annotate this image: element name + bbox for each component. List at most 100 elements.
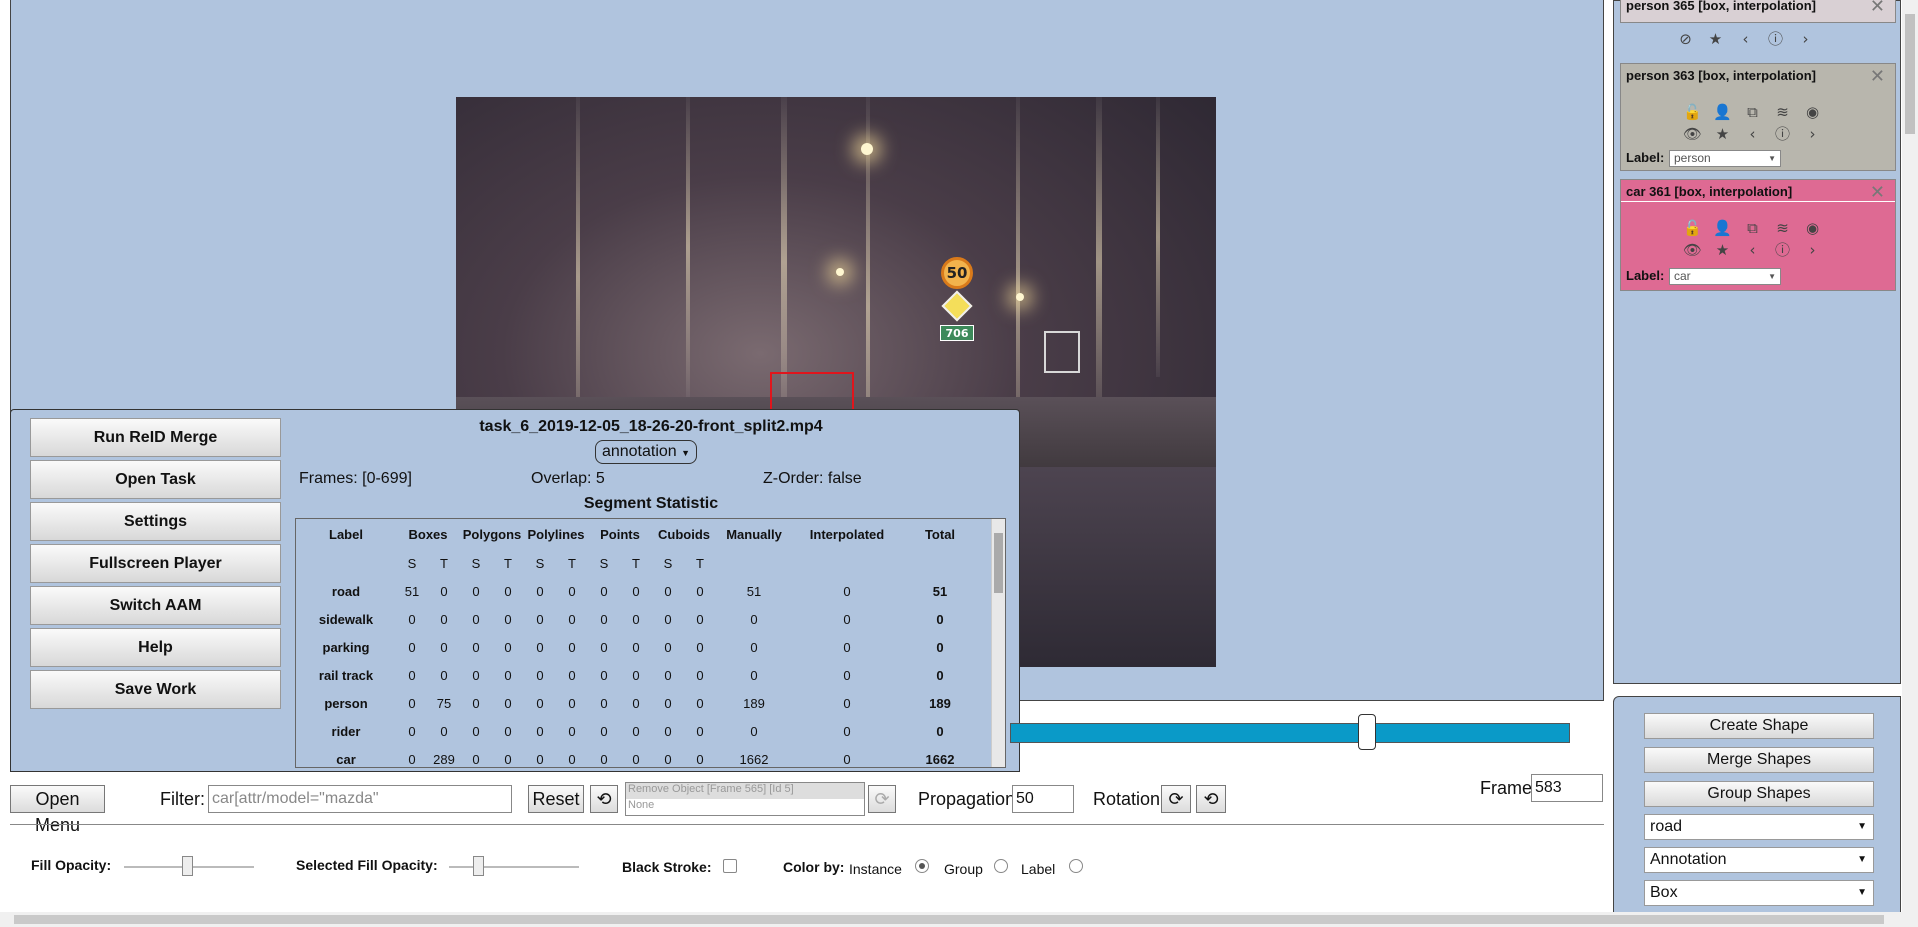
copy-icon[interactable]: ⧉ [1741, 102, 1764, 122]
stat-cell: 0 [632, 583, 640, 599]
run-reid-merge-button[interactable]: Run ReID Merge [30, 418, 281, 457]
frame-slider-handle[interactable] [1358, 714, 1376, 750]
open-task-button[interactable]: Open Task [30, 460, 281, 499]
layers-icon[interactable]: ≋ [1771, 102, 1794, 122]
eye-icon[interactable]: 👁 [1681, 240, 1704, 260]
stat-cell: 51 [746, 583, 762, 599]
help-button[interactable]: Help [30, 628, 281, 667]
target-icon[interactable]: ◉ [1801, 102, 1824, 122]
mode-select[interactable]: Annotation ▼ [1644, 847, 1874, 873]
prev-icon[interactable]: ‹ [1734, 29, 1757, 49]
label-select-value: person [1674, 151, 1711, 165]
row-label: parking [322, 639, 370, 655]
eye-icon[interactable]: 👁 [1681, 124, 1704, 144]
label-select[interactable]: road ▼ [1644, 814, 1874, 840]
object-card-car-361[interactable]: car 361 [box, interpolation] ✕ 🔓 👤 ⧉ ≋ ◉… [1620, 179, 1896, 291]
selected-fill-opacity-handle[interactable] [473, 856, 484, 876]
merge-shapes-button[interactable]: Merge Shapes [1644, 747, 1874, 773]
stat-cell: 0 [632, 751, 640, 767]
group-shapes-button[interactable]: Group Shapes [1644, 781, 1874, 807]
label-select[interactable]: car ▼ [1669, 268, 1781, 285]
stat-cell: 0 [664, 751, 672, 767]
shape-type-select[interactable]: Box ▼ [1644, 880, 1874, 906]
copy-icon[interactable]: ⧉ [1741, 218, 1764, 238]
statistics-table-container[interactable]: Label Boxes Polygons Polylines Points Cu… [295, 518, 1006, 768]
page-scrollbar[interactable] [1902, 0, 1918, 927]
person-icon[interactable]: 👤 [1711, 218, 1734, 238]
rotate-clockwise-icon[interactable]: ⟳ [1161, 785, 1191, 813]
stat-cell: 0 [504, 611, 512, 627]
history-last-action: Remove Object [Frame 565] [Id 5] [626, 783, 864, 799]
stat-cell: 75 [436, 695, 452, 711]
close-icon[interactable]: ✕ [1870, 0, 1885, 17]
stat-cell: 0 [408, 639, 416, 655]
prev-icon[interactable]: ‹ [1741, 240, 1764, 260]
save-work-button[interactable]: Save Work [30, 670, 281, 709]
row-label: rail track [318, 667, 374, 683]
horizontal-scrollbar[interactable] [0, 912, 1902, 927]
info-icon[interactable]: ⓘ [1771, 240, 1794, 260]
fullscreen-player-button[interactable]: Fullscreen Player [30, 544, 281, 583]
unlock-icon[interactable]: 🔓 [1681, 102, 1704, 122]
filter-input[interactable]: car[attr/model="mazda" [208, 785, 512, 813]
color-by-group-radio[interactable] [994, 859, 1008, 873]
stat-cell: 0 [696, 723, 704, 739]
person-bounding-box[interactable] [1044, 331, 1080, 373]
mode-select[interactable]: annotation ▼ [595, 440, 697, 464]
layers-icon[interactable]: ≋ [1771, 218, 1794, 238]
frame-slider-track[interactable] [1010, 723, 1570, 743]
hidden-eye-icon[interactable]: ⊘ [1674, 29, 1697, 49]
next-icon[interactable]: › [1801, 240, 1824, 260]
stat-cell: 0 [696, 667, 704, 683]
star-icon[interactable]: ★ [1711, 240, 1734, 260]
close-icon[interactable]: ✕ [1870, 182, 1885, 203]
star-icon[interactable]: ★ [1704, 29, 1727, 49]
rotate-counterclockwise-icon[interactable]: ⟲ [1196, 785, 1226, 813]
fill-opacity-handle[interactable] [182, 856, 193, 876]
switch-aam-button[interactable]: Switch AAM [30, 586, 281, 625]
next-icon[interactable]: › [1794, 29, 1817, 49]
filter-label: Filter: [160, 789, 205, 809]
black-stroke-checkbox[interactable] [723, 859, 737, 873]
route-sign: 706 [940, 325, 974, 341]
stat-cell: 0 [843, 583, 851, 599]
object-card-person-365[interactable]: person 365 [box, interpolation] ✕ [1620, 0, 1896, 23]
label-select[interactable]: person ▼ [1669, 150, 1781, 167]
undo-icon[interactable]: ⟲ [590, 785, 618, 813]
stat-cell: 0 [600, 723, 608, 739]
stat-cell: 0 [440, 723, 448, 739]
info-icon[interactable]: ⓘ [1771, 124, 1794, 144]
stat-cell: 0 [440, 667, 448, 683]
info-icon[interactable]: ⓘ [1764, 29, 1787, 49]
prev-icon[interactable]: ‹ [1741, 124, 1764, 144]
object-title: car 361 [box, interpolation] [1621, 180, 1895, 202]
statistics-table: Label Boxes Polygons Polylines Points Cu… [296, 519, 978, 767]
table-scrollbar[interactable] [991, 519, 1005, 767]
stat-cell: 0 [632, 695, 640, 711]
star-icon[interactable]: ★ [1711, 124, 1734, 144]
stat-cell: 0 [664, 611, 672, 627]
settings-button[interactable]: Settings [30, 502, 281, 541]
chevron-down-icon: ▼ [1857, 887, 1867, 898]
propagation-input[interactable]: 50 [1012, 785, 1074, 813]
object-actions-2: 👁 ★ ‹ ⓘ › [1681, 124, 1824, 144]
chevron-down-icon: ▼ [681, 448, 691, 458]
target-icon[interactable]: ◉ [1801, 218, 1824, 238]
unlock-icon[interactable]: 🔓 [1681, 218, 1704, 238]
stat-cell: 0 [664, 723, 672, 739]
object-actions: ⊘ ★ ‹ ⓘ › [1674, 29, 1817, 49]
close-icon[interactable]: ✕ [1870, 66, 1885, 87]
table-row: car 0 289 0 0 0 0 0 0 0 0 1662 0 1662 [296, 745, 978, 767]
objects-sidebar: person 365 [box, interpolation] ✕ ⊘ ★ ‹ … [1613, 0, 1901, 684]
reset-button[interactable]: Reset [528, 785, 584, 813]
open-menu-button[interactable]: Open Menu [10, 785, 105, 835]
color-by-label-radio[interactable] [1069, 859, 1083, 873]
color-by-instance-radio[interactable] [915, 859, 929, 873]
create-shape-button[interactable]: Create Shape [1644, 713, 1874, 739]
person-icon[interactable]: 👤 [1711, 102, 1734, 122]
redo-icon[interactable]: ⟳ [868, 785, 896, 813]
object-card-person-363[interactable]: person 363 [box, interpolation] ✕ 🔓 👤 ⧉ … [1620, 63, 1896, 171]
next-icon[interactable]: › [1801, 124, 1824, 144]
selected-fill-opacity-slider[interactable] [449, 866, 579, 868]
frame-input[interactable]: 583 [1531, 774, 1603, 802]
